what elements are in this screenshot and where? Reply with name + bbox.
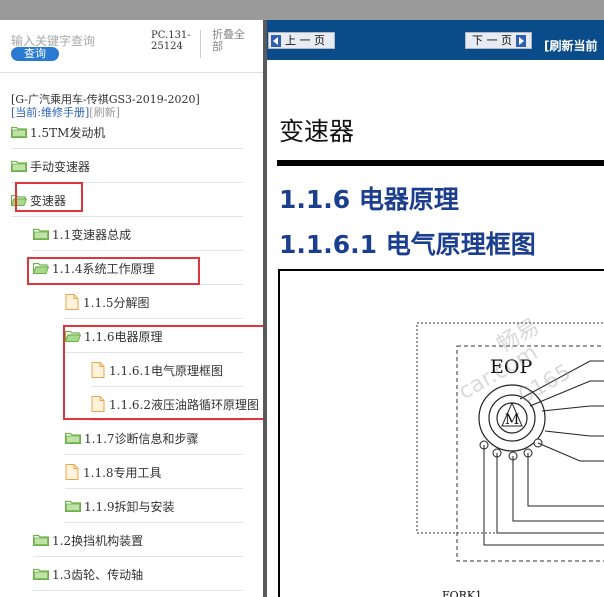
tree-divider — [33, 556, 243, 557]
tree-item[interactable]: 1.1.5分解图 — [65, 289, 243, 319]
content-pane: 上 一 页 下 一 页 [刷新当前 变速器 1.1.6 电器原理 1.1.6.1… — [267, 20, 604, 597]
tree-divider — [33, 590, 243, 591]
tree-divider — [11, 216, 243, 217]
catalog-panel: 输入关键字查询 查询 PC.131-25124 折叠全部 [G-广汽乘用车-传祺… — [0, 20, 277, 597]
wiring-diagram: M EOP 1 2 3 3 1 FORK1 — [278, 269, 604, 597]
folder-icon — [33, 568, 49, 580]
tree-item-label: 1.1.8专用工具 — [83, 465, 162, 480]
prev-page-label: 上 一 页 — [285, 34, 325, 47]
tree-divider — [91, 420, 243, 421]
folder-icon — [33, 228, 49, 240]
tree-item[interactable]: 1.2换挡机构装置 — [33, 527, 243, 557]
refresh-link[interactable]: [刷新] — [89, 106, 120, 119]
collapse-all-button[interactable]: 折叠全部 — [212, 29, 252, 53]
header-divider — [0, 72, 264, 73]
tree-item[interactable]: 1.3齿轮、传动轴 — [33, 561, 243, 591]
next-page-button[interactable]: 下 一 页 — [465, 32, 532, 49]
tree-item-label: 1.2换挡机构装置 — [52, 533, 144, 548]
tree-item[interactable]: 1.1变速器总成 — [33, 221, 243, 251]
arrow-left-icon — [271, 34, 281, 47]
current-label: [当前: — [11, 106, 41, 119]
tree-item[interactable]: 1.1.9拆卸与安装 — [65, 493, 243, 523]
tree-item-label: 1.3齿轮、传动轴 — [52, 567, 144, 582]
highlight-box-electrical — [63, 325, 277, 420]
highlight-box-system-principle — [27, 257, 200, 285]
pc-code-label: PC.131-25124 — [151, 30, 201, 58]
section-heading: 1.1.6 电器原理 — [279, 185, 459, 214]
tree-divider — [33, 250, 243, 251]
window-top-strip — [0, 0, 604, 20]
refresh-current-link[interactable]: [刷新当前 — [544, 37, 598, 54]
next-page-label: 下 一 页 — [472, 34, 512, 47]
tree-item[interactable]: 1.1.7诊断信息和步骤 — [65, 425, 243, 455]
arrow-right-icon — [516, 34, 526, 47]
page-title: 变速器 — [279, 117, 355, 146]
tree-divider — [65, 454, 243, 455]
tree-item-label: 1.1.9拆卸与安装 — [84, 499, 175, 514]
folder-icon — [65, 500, 81, 512]
tree-item[interactable]: 手动变速器 — [11, 153, 243, 183]
tree-divider — [65, 318, 243, 319]
folder-icon — [33, 534, 49, 546]
highlight-box-transmission — [15, 182, 83, 212]
tree-item-label: 手动变速器 — [30, 159, 91, 174]
tree-item[interactable]: 1.5TM发动机 — [11, 119, 243, 149]
folder-icon — [11, 126, 27, 138]
document-icon — [65, 294, 79, 310]
current-manual-link[interactable]: 维修手册 — [41, 106, 85, 119]
tree-item-label: 1.1变速器总成 — [52, 227, 132, 242]
subsection-heading: 1.1.6.1 电气原理框图 — [279, 230, 536, 259]
search-button[interactable]: 查询 — [11, 47, 59, 61]
page-navbar: 上 一 页 下 一 页 [刷新当前 — [267, 20, 604, 60]
title-rule — [277, 160, 604, 166]
folder-icon — [65, 432, 81, 444]
tree-divider — [11, 148, 243, 149]
motor-label: M — [505, 412, 519, 428]
tree-item-label: 1.1.5分解图 — [83, 295, 150, 310]
prev-page-button[interactable]: 上 一 页 — [268, 32, 335, 49]
tree-item[interactable]: 1.1.8专用工具 — [65, 459, 243, 489]
tree-divider — [65, 522, 243, 523]
wiring-diagram-graphic: M EOP 1 2 3 3 1 FORK1 — [416, 322, 604, 597]
document-icon — [65, 464, 79, 480]
fork-label: FORK1 — [442, 589, 482, 597]
current-location: [当前:维修手册][刷新] — [11, 104, 120, 120]
folder-icon — [11, 160, 27, 172]
tree-divider — [65, 488, 243, 489]
tree-item-label: 1.1.7诊断信息和步骤 — [84, 431, 199, 446]
tree-item-label: 1.5TM发动机 — [30, 125, 106, 140]
